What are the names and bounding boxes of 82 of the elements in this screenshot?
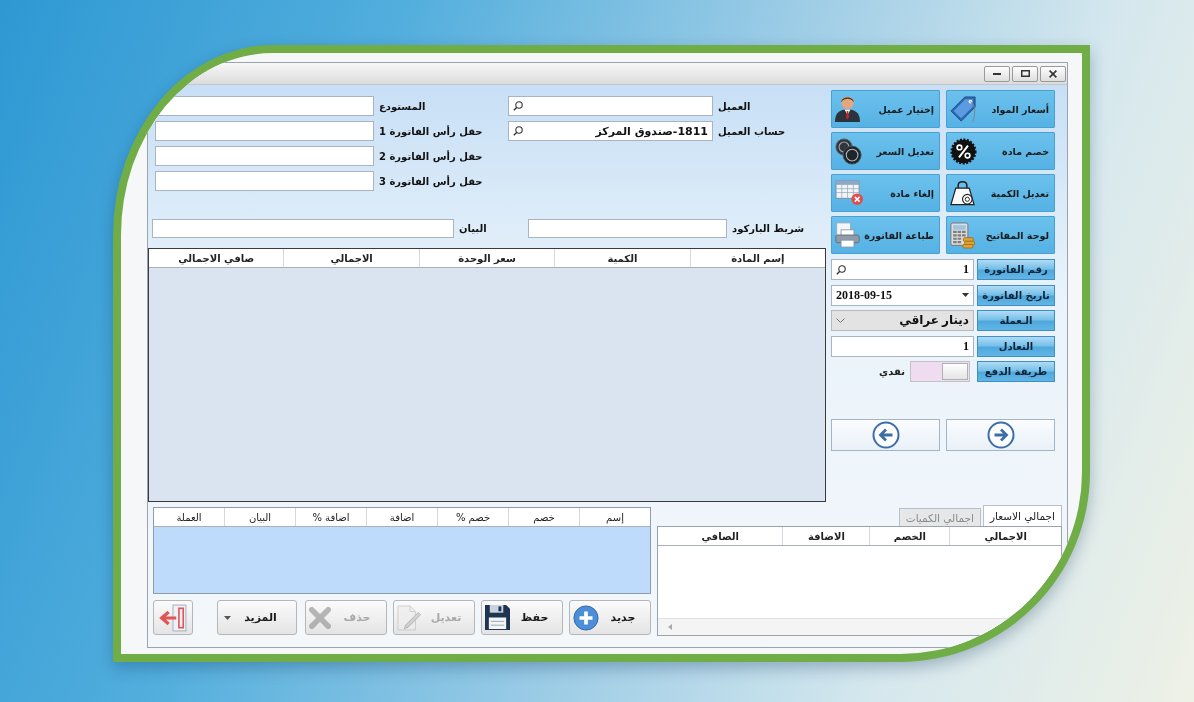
action-button[interactable]: لوحة المفاتيح [946,216,1055,254]
close-button[interactable] [1040,65,1066,82]
caret-icon [962,293,969,297]
text-field[interactable] [155,171,374,191]
column-header: اضافة % [295,508,366,526]
field-label: التعادل [977,335,1055,357]
search-icon [513,126,523,136]
text-field[interactable]: 1 [831,335,974,357]
field-label: حقل رأس الفاتورة 2 [379,150,483,162]
bag-with-coin-icon [950,180,975,206]
field-label: العميل [718,100,751,112]
action-button[interactable]: تعديل الكمية [946,174,1055,212]
field-label: رقم الفاتورة [977,259,1055,280]
column-header: سعر الوحدة [418,249,555,267]
percent-badge-icon [950,137,977,165]
coins-icon [835,137,862,165]
field-label: المستودع [379,100,426,112]
action-button[interactable]: طباعة الفاتورة [831,216,940,254]
printer-icon [835,222,860,248]
exit-button[interactable] [153,600,193,635]
column-header: الاجمالي [949,527,1061,545]
tab[interactable]: اجمالي الاسعار [983,505,1062,526]
close-icon [1049,69,1057,78]
previous-button[interactable] [831,419,940,451]
column-header: خصم % [437,508,508,526]
column-header: البيان [224,508,295,526]
scroll-arrow-icon [668,624,672,630]
maximize-icon [1020,70,1030,77]
action-button[interactable]: خصم مادة [946,132,1055,170]
table-remove-icon [835,180,863,206]
toggle-label: نقدي [879,366,905,377]
caret-icon [224,615,231,620]
field-label: حقل رأس الفاتورة 3 [379,175,483,187]
column-header: اضافة [366,508,437,526]
search-field[interactable]: 1811-صندوق المركز [508,121,713,141]
field-label: الـعملة [977,310,1055,331]
next-button[interactable] [946,419,1055,451]
exit-door-icon [159,603,187,632]
save-button[interactable]: حفظ [481,600,563,635]
field-label: طريقة الدفع [977,361,1055,382]
field-label: حقل رأس الفاتورة 1 [379,125,483,137]
text-field[interactable] [528,219,727,238]
column-header: الكمية [554,249,690,267]
date-field[interactable]: 2018-09-15 [831,284,974,306]
column-header: إسم المادة [689,249,825,267]
column-header: الصافي [700,529,740,545]
search-icon [513,101,523,111]
dropdown[interactable]: دينار عراقي [831,310,974,331]
text-field[interactable] [155,121,374,141]
plus-circle-icon [573,604,599,631]
column-header: خصم [508,508,579,526]
toggle-switch[interactable] [910,361,970,382]
more-button[interactable]: المزيد [217,600,297,635]
column-header: الاضافة [782,527,870,545]
maximize-button[interactable] [1012,65,1038,82]
businessman-icon [835,96,860,122]
search-field[interactable]: 1 [831,259,974,280]
column-header: الخصم [869,527,950,545]
text-field[interactable] [155,146,374,166]
action-button[interactable]: أسعار المواد [946,90,1055,128]
minimize-button[interactable] [984,65,1010,82]
search-icon [836,264,846,275]
calculator-icon [950,221,975,249]
action-button[interactable]: تعديل السعر [831,132,940,170]
action-button[interactable]: إلغاء مادة [831,174,940,212]
action-button[interactable]: إختيار عميل [831,90,940,128]
chevron-down-icon [836,318,845,323]
minimize-icon [993,72,1001,75]
field-label: تاريخ الفاتورة [977,284,1055,306]
field-label: شريط الباركود [732,223,804,234]
column-header: الاجمالي [283,249,419,267]
document-pencil-icon [397,604,421,631]
text-field[interactable] [152,219,454,238]
field-label: البيان [459,223,487,234]
new-button[interactable]: جديد [569,600,651,635]
column-header: العملة [175,510,203,525]
price-tag-icon [950,95,976,123]
field-label: حساب العميل [718,125,786,137]
search-field[interactable] [508,96,713,116]
column-header: صافي الاجمالي [177,251,256,267]
column-header: إسم [579,508,650,526]
cross-icon [309,606,331,629]
